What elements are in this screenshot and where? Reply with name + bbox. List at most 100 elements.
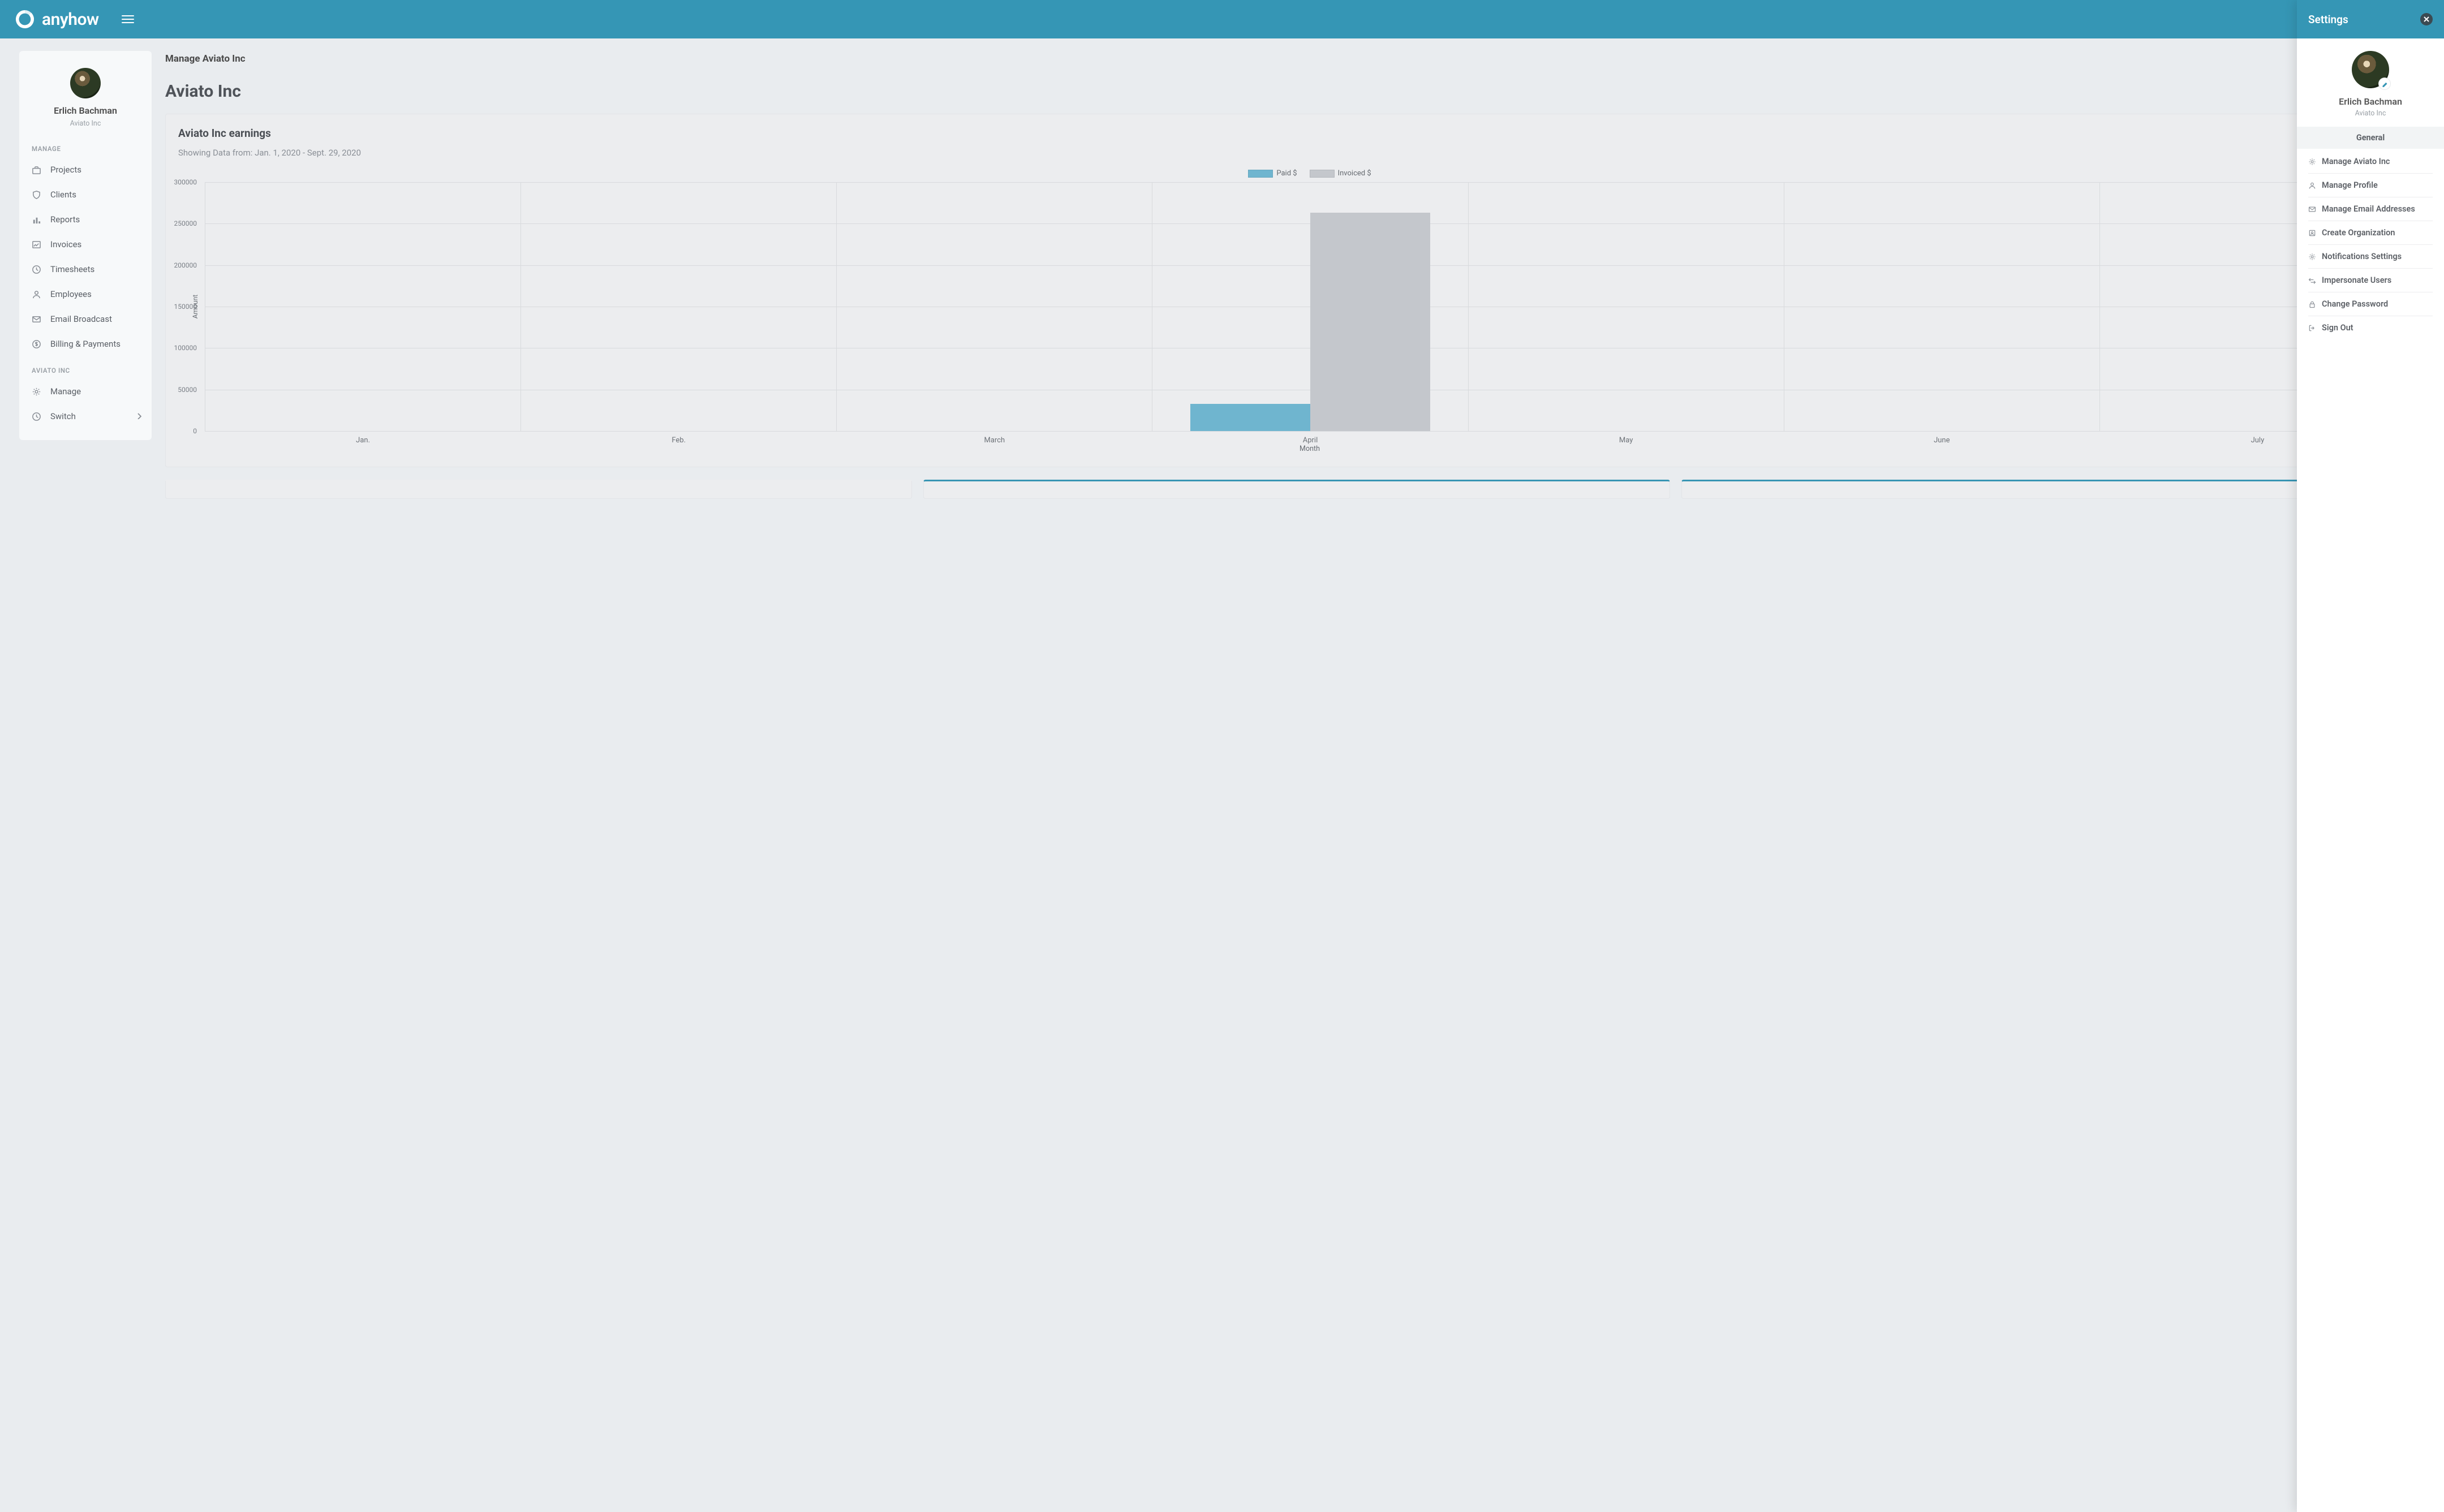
earnings-chart: Paid $ Invoiced $ Amount 050000100000150… xyxy=(178,163,2415,452)
brand-logo[interactable]: anyhow xyxy=(14,8,99,31)
sidebar: Erlich Bachman Aviato Inc MANAGE Project… xyxy=(19,51,152,440)
sidebar-item-label: Clients xyxy=(50,189,76,200)
sidebar-item-billing-payments[interactable]: Billing & Payments xyxy=(19,331,152,356)
sidebar-user-org: Aviato Inc xyxy=(19,119,152,128)
settings-avatar[interactable] xyxy=(2352,51,2389,88)
sidebar-item-manage[interactable]: Manage xyxy=(19,379,152,404)
chart-legend: Paid $ Invoiced $ xyxy=(204,169,2415,178)
chart-column: June xyxy=(1784,182,2099,431)
org-icon xyxy=(2308,229,2316,237)
sidebar-section-manage: MANAGE xyxy=(19,140,152,157)
xtick-label: May xyxy=(1469,436,1784,445)
settings-item-sign-out[interactable]: Sign Out xyxy=(2308,316,2433,339)
mail-icon xyxy=(32,315,41,324)
bottom-panel-2 xyxy=(923,480,1670,499)
chart-column: March xyxy=(836,182,1152,431)
gear-icon xyxy=(32,387,41,397)
settings-item-change-password[interactable]: Change Password xyxy=(2308,292,2433,316)
settings-item-label: Notifications Settings xyxy=(2322,252,2402,261)
dollar-icon xyxy=(32,339,41,349)
menu-toggle-button[interactable] xyxy=(122,15,134,23)
sidebar-item-projects[interactable]: Projects xyxy=(19,157,152,182)
settings-item-label: Manage Email Addresses xyxy=(2322,204,2415,214)
sidebar-item-employees[interactable]: Employees xyxy=(19,282,152,307)
settings-user-org: Aviato Inc xyxy=(2297,109,2444,118)
ytick-label: 150000 xyxy=(174,303,197,311)
mail-icon xyxy=(2308,205,2316,213)
clock-icon xyxy=(32,265,41,274)
breadcrumb: Manage Aviato Inc xyxy=(165,53,2428,64)
chart-column: May xyxy=(1468,182,1784,431)
settings-item-label: Create Organization xyxy=(2322,228,2395,238)
settings-section-general: General xyxy=(2297,127,2444,149)
briefcase-icon xyxy=(32,165,41,175)
settings-item-manage-email-addresses[interactable]: Manage Email Addresses xyxy=(2308,197,2433,221)
shield-icon xyxy=(32,190,41,200)
settings-header: Settings xyxy=(2297,0,2444,38)
settings-close-button[interactable] xyxy=(2420,13,2433,25)
ytick-label: 300000 xyxy=(174,178,197,186)
sidebar-section-org: AVIATO INC xyxy=(19,362,152,379)
logo-icon xyxy=(14,8,36,31)
legend-paid[interactable]: Paid $ xyxy=(1248,169,1297,178)
chart-column: Feb. xyxy=(520,182,836,431)
chart-up-icon xyxy=(32,240,41,249)
edit-avatar-icon[interactable] xyxy=(2379,78,2390,89)
sidebar-item-label: Billing & Payments xyxy=(50,339,121,349)
settings-item-create-organization[interactable]: Create Organization xyxy=(2308,221,2433,245)
ytick-label: 0 xyxy=(193,427,197,435)
person-icon xyxy=(2308,182,2316,189)
sidebar-item-label: Projects xyxy=(50,165,81,175)
clock-icon xyxy=(32,412,41,421)
xtick-label: April xyxy=(1152,436,1468,445)
earnings-date-range: Showing Data from: Jan. 1, 2020 - Sept. … xyxy=(178,148,2415,158)
xtick-label: Feb. xyxy=(521,436,836,445)
gear-icon xyxy=(2308,253,2316,261)
chart-bar-invoiced- xyxy=(1310,213,1430,431)
sidebar-item-switch[interactable]: Switch xyxy=(19,404,152,429)
sidebar-item-email-broadcast[interactable]: Email Broadcast xyxy=(19,307,152,331)
settings-panel: Settings Erlich Bachman Aviato Inc Gener… xyxy=(2297,0,2444,1512)
ytick-label: 50000 xyxy=(178,386,197,394)
bottom-panel-1 xyxy=(165,480,912,499)
settings-item-label: Manage Profile xyxy=(2322,180,2378,190)
ytick-label: 200000 xyxy=(174,261,197,269)
settings-item-label: Change Password xyxy=(2322,299,2388,309)
chart-column: Jan. xyxy=(205,182,520,431)
settings-item-label: Impersonate Users xyxy=(2322,275,2391,285)
xtick-label: Jan. xyxy=(205,436,520,445)
settings-item-manage-profile[interactable]: Manage Profile xyxy=(2308,174,2433,197)
sidebar-item-invoices[interactable]: Invoices xyxy=(19,232,152,257)
swap-icon xyxy=(2308,277,2316,285)
sidebar-item-label: Employees xyxy=(50,289,92,299)
sidebar-item-label: Reports xyxy=(50,214,80,225)
settings-item-label: Manage Aviato Inc xyxy=(2322,157,2390,166)
chart-column: April xyxy=(1152,182,1468,431)
settings-item-manage-aviato-inc[interactable]: Manage Aviato Inc xyxy=(2308,150,2433,174)
lock-icon xyxy=(2308,300,2316,308)
sidebar-item-clients[interactable]: Clients xyxy=(19,182,152,207)
settings-item-notifications-settings[interactable]: Notifications Settings xyxy=(2308,245,2433,269)
chevron-right-icon xyxy=(137,411,141,421)
main-content: Manage Aviato Inc Aviato Inc Edit Organ … xyxy=(153,38,2444,1512)
earnings-card: Aviato Inc earnings Showing Data from: J… xyxy=(165,114,2428,467)
settings-title: Settings xyxy=(2308,13,2348,26)
settings-profile: Erlich Bachman Aviato Inc xyxy=(2297,38,2444,127)
signout-icon xyxy=(2308,324,2316,332)
bottom-panels xyxy=(165,480,2428,499)
sidebar-user-name: Erlich Bachman xyxy=(19,105,152,116)
settings-user-name: Erlich Bachman xyxy=(2297,96,2444,107)
xtick-label: June xyxy=(1784,436,2099,445)
chart-bar-paid- xyxy=(1190,404,1310,431)
legend-invoiced[interactable]: Invoiced $ xyxy=(1310,169,1371,178)
earnings-card-title: Aviato Inc earnings xyxy=(178,127,2415,140)
page-title: Aviato Inc xyxy=(165,81,241,101)
sidebar-item-timesheets[interactable]: Timesheets xyxy=(19,257,152,282)
settings-item-impersonate-users[interactable]: Impersonate Users xyxy=(2308,269,2433,292)
settings-item-label: Sign Out xyxy=(2322,323,2353,333)
avatar[interactable] xyxy=(70,68,101,98)
brand-name: anyhow xyxy=(42,10,99,29)
sidebar-item-reports[interactable]: Reports xyxy=(19,207,152,232)
sidebar-item-label: Invoices xyxy=(50,239,81,249)
ytick-label: 100000 xyxy=(174,344,197,352)
